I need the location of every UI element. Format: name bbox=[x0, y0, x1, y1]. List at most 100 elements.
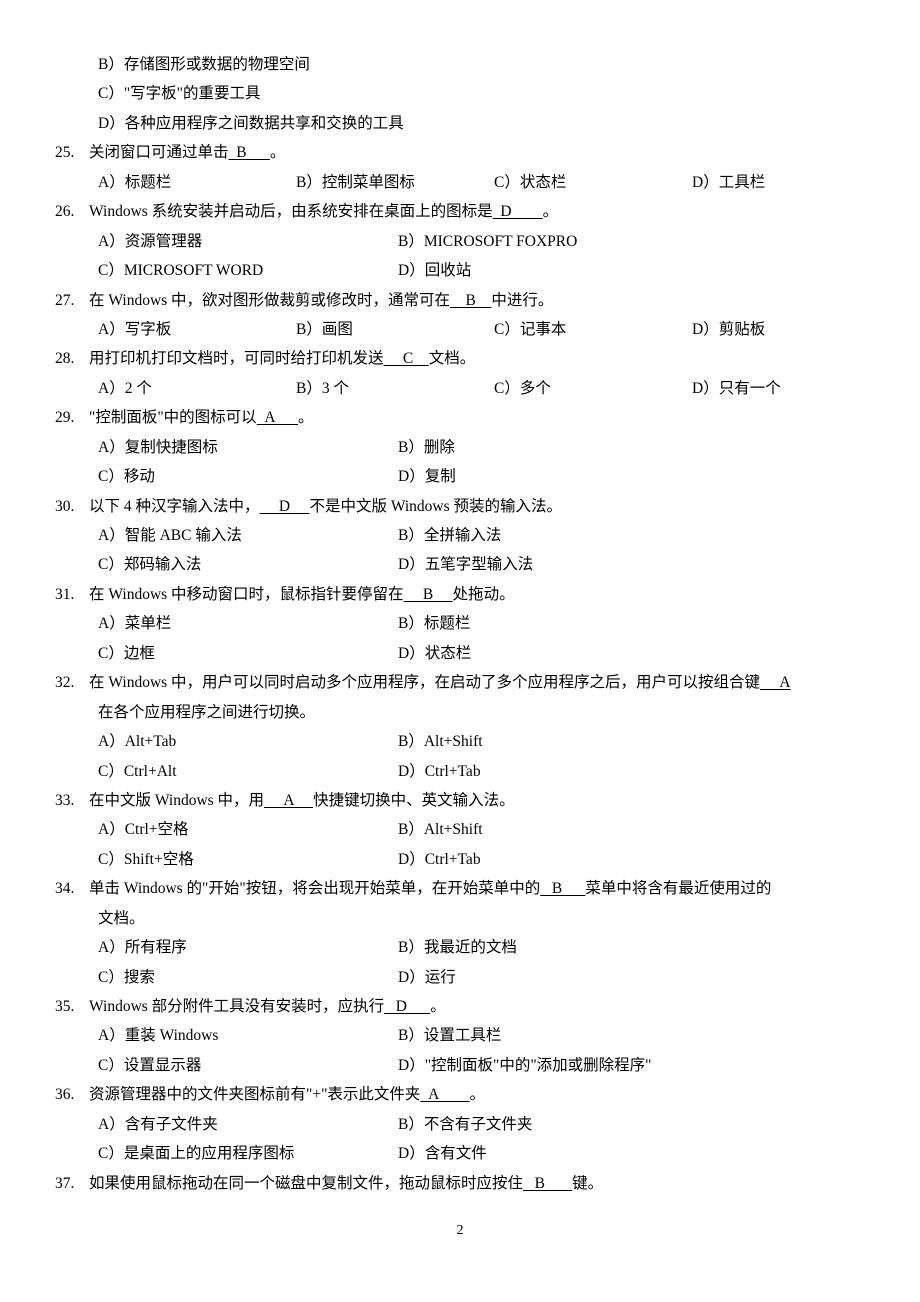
options-row: A）所有程序B）我最近的文档 bbox=[98, 933, 890, 962]
option: D）含有文件 bbox=[398, 1139, 890, 1168]
option: A）2 个 bbox=[98, 374, 296, 403]
option: A）所有程序 bbox=[98, 933, 398, 962]
answer-blank: D bbox=[384, 998, 430, 1015]
options-grid: A）智能 ABC 输入法B）全拼输入法C）郑码输入法D）五笔字型输入法 bbox=[30, 521, 890, 580]
options-row: A）智能 ABC 输入法B）全拼输入法 bbox=[98, 521, 890, 550]
question: 33.在中文版 Windows 中，用 A 快捷键切换中、英文输入法。A）Ctr… bbox=[30, 786, 890, 874]
option: C）边框 bbox=[98, 639, 398, 668]
options-row: A）含有子文件夹B）不含有子文件夹 bbox=[98, 1110, 890, 1139]
answer-blank: B bbox=[229, 144, 270, 161]
options-row: A）菜单栏B）标题栏 bbox=[98, 609, 890, 638]
option: B）设置工具栏 bbox=[398, 1021, 890, 1050]
question-number: 32. bbox=[55, 668, 89, 697]
options-grid: A）重装 WindowsB）设置工具栏C）设置显示器D）"控制面板"中的"添加或… bbox=[30, 1021, 890, 1080]
prev-question-option: C）"写字板"的重要工具 bbox=[30, 79, 890, 108]
option: D）"控制面板"中的"添加或删除程序" bbox=[398, 1051, 890, 1080]
question-number: 34. bbox=[55, 874, 89, 903]
option: A）Ctrl+空格 bbox=[98, 815, 398, 844]
options-grid: A）复制快捷图标B）删除C）移动D）复制 bbox=[30, 433, 890, 492]
options-grid: A）菜单栏B）标题栏C）边框D）状态栏 bbox=[30, 609, 890, 668]
question: 27.在 Windows 中，欲对图形做裁剪或修改时，通常可在 B 中进行。A）… bbox=[30, 286, 890, 345]
answer-blank: B bbox=[540, 880, 585, 897]
question-text: 关闭窗口可通过单击 B 。 bbox=[89, 138, 890, 167]
option: B）删除 bbox=[398, 433, 890, 462]
option: D）工具栏 bbox=[692, 168, 890, 197]
question-stem: 29."控制面板"中的图标可以 A 。 bbox=[30, 403, 890, 432]
question-text: Windows 系统安装并启动后，由系统安排在桌面上的图标是 D 。 bbox=[89, 197, 890, 226]
option: A）写字板 bbox=[98, 315, 296, 344]
page-number: 2 bbox=[30, 1218, 890, 1245]
question-text: 在中文版 Windows 中，用 A 快捷键切换中、英文输入法。 bbox=[89, 786, 890, 815]
question-stem: 26.Windows 系统安装并启动后，由系统安排在桌面上的图标是 D 。 bbox=[30, 197, 890, 226]
question: 26.Windows 系统安装并启动后，由系统安排在桌面上的图标是 D 。A）资… bbox=[30, 197, 890, 285]
option: D）五笔字型输入法 bbox=[398, 550, 890, 579]
question-text-continuation: 文档。 bbox=[30, 904, 890, 933]
answer-blank: D bbox=[260, 498, 310, 515]
question-text: 以下 4 种汉字输入法中， D 不是中文版 Windows 预装的输入法。 bbox=[89, 492, 890, 521]
options-row: C）Ctrl+AltD）Ctrl+Tab bbox=[98, 757, 890, 786]
option: D）状态栏 bbox=[398, 639, 890, 668]
question-number: 27. bbox=[55, 286, 89, 315]
question: 37.如果使用鼠标拖动在同一个磁盘中复制文件，拖动鼠标时应按住 B 键。 bbox=[30, 1169, 890, 1198]
answer-blank: B bbox=[523, 1175, 572, 1192]
option: B）不含有子文件夹 bbox=[398, 1110, 890, 1139]
question: 28.用打印机打印文档时，可同时给打印机发送 C 文档。A）2 个B）3 个C）… bbox=[30, 344, 890, 403]
options-row: C）边框D）状态栏 bbox=[98, 639, 890, 668]
question-number: 30. bbox=[55, 492, 89, 521]
option: B）Alt+Shift bbox=[398, 815, 890, 844]
question-stem: 30.以下 4 种汉字输入法中， D 不是中文版 Windows 预装的输入法。 bbox=[30, 492, 890, 521]
question-stem: 32.在 Windows 中，用户可以同时启动多个应用程序，在启动了多个应用程序… bbox=[30, 668, 890, 697]
question-stem: 33.在中文版 Windows 中，用 A 快捷键切换中、英文输入法。 bbox=[30, 786, 890, 815]
options-grid: A）Ctrl+空格B）Alt+ShiftC）Shift+空格D）Ctrl+Tab bbox=[30, 815, 890, 874]
options-row: C）移动D）复制 bbox=[98, 462, 890, 491]
options-row: A）2 个B）3 个C）多个D）只有一个 bbox=[30, 374, 890, 403]
question: 32.在 Windows 中，用户可以同时启动多个应用程序，在启动了多个应用程序… bbox=[30, 668, 890, 786]
question-number: 28. bbox=[55, 344, 89, 373]
question-text-continuation: 在各个应用程序之间进行切换。 bbox=[30, 698, 890, 727]
question-number: 25. bbox=[55, 138, 89, 167]
question: 25.关闭窗口可通过单击 B 。A）标题栏B）控制菜单图标C）状态栏D）工具栏 bbox=[30, 138, 890, 197]
question-text: 资源管理器中的文件夹图标前有"+"表示此文件夹 A 。 bbox=[89, 1080, 890, 1109]
question-number: 37. bbox=[55, 1169, 89, 1198]
option: C）移动 bbox=[98, 462, 398, 491]
options-row: C）MICROSOFT WORDD）回收站 bbox=[98, 256, 890, 285]
answer-blank: A bbox=[264, 792, 313, 809]
option: A）菜单栏 bbox=[98, 609, 398, 638]
option: D）Ctrl+Tab bbox=[398, 757, 890, 786]
options-row: C）设置显示器D）"控制面板"中的"添加或删除程序" bbox=[98, 1051, 890, 1080]
question: 31.在 Windows 中移动窗口时，鼠标指针要停留在 B 处拖动。A）菜单栏… bbox=[30, 580, 890, 668]
question-text: 如果使用鼠标拖动在同一个磁盘中复制文件，拖动鼠标时应按住 B 键。 bbox=[89, 1169, 890, 1198]
question-stem: 37.如果使用鼠标拖动在同一个磁盘中复制文件，拖动鼠标时应按住 B 键。 bbox=[30, 1169, 890, 1198]
option: C）记事本 bbox=[494, 315, 692, 344]
question-text: "控制面板"中的图标可以 A 。 bbox=[89, 403, 890, 432]
question-stem: 27.在 Windows 中，欲对图形做裁剪或修改时，通常可在 B 中进行。 bbox=[30, 286, 890, 315]
option: B）Alt+Shift bbox=[398, 727, 890, 756]
answer-blank: A bbox=[760, 674, 791, 691]
question-stem: 28.用打印机打印文档时，可同时给打印机发送 C 文档。 bbox=[30, 344, 890, 373]
answer-blank: A bbox=[420, 1086, 469, 1103]
options-row: A）重装 WindowsB）设置工具栏 bbox=[98, 1021, 890, 1050]
question-number: 29. bbox=[55, 403, 89, 432]
option: D）剪贴板 bbox=[692, 315, 890, 344]
option: C）搜索 bbox=[98, 963, 398, 992]
options-row: A）写字板B）画图C）记事本D）剪贴板 bbox=[30, 315, 890, 344]
question-text: 在 Windows 中，用户可以同时启动多个应用程序，在启动了多个应用程序之后，… bbox=[89, 668, 890, 697]
options-row: A）标题栏B）控制菜单图标C）状态栏D）工具栏 bbox=[30, 168, 890, 197]
options-grid: A）资源管理器B）MICROSOFT FOXPROC）MICROSOFT WOR… bbox=[30, 227, 890, 286]
question-stem: 25.关闭窗口可通过单击 B 。 bbox=[30, 138, 890, 167]
option: A）Alt+Tab bbox=[98, 727, 398, 756]
option: B）我最近的文档 bbox=[398, 933, 890, 962]
option: C）多个 bbox=[494, 374, 692, 403]
options-row: C）是桌面上的应用程序图标D）含有文件 bbox=[98, 1139, 890, 1168]
options-row: C）搜索D）运行 bbox=[98, 963, 890, 992]
question: 34.单击 Windows 的"开始"按钮，将会出现开始菜单，在开始菜单中的 B… bbox=[30, 874, 890, 992]
option: A）智能 ABC 输入法 bbox=[98, 521, 398, 550]
option: B）控制菜单图标 bbox=[296, 168, 494, 197]
option: B）3 个 bbox=[296, 374, 494, 403]
question-text: 在 Windows 中，欲对图形做裁剪或修改时，通常可在 B 中进行。 bbox=[89, 286, 890, 315]
option: C）是桌面上的应用程序图标 bbox=[98, 1139, 398, 1168]
option: D）回收站 bbox=[398, 256, 890, 285]
question-stem: 34.单击 Windows 的"开始"按钮，将会出现开始菜单，在开始菜单中的 B… bbox=[30, 874, 890, 903]
option: D）Ctrl+Tab bbox=[398, 845, 890, 874]
question-number: 26. bbox=[55, 197, 89, 226]
